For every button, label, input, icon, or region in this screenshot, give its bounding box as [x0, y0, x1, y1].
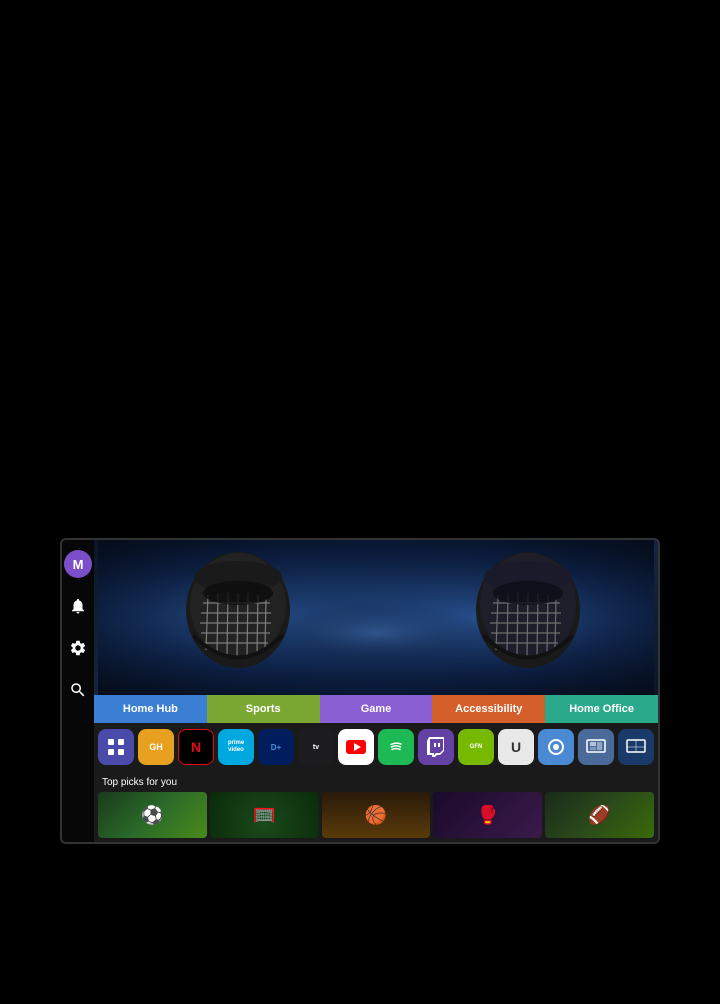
pick-thumb-5[interactable]: 🏈 [545, 792, 654, 838]
app-gh[interactable]: GH [138, 729, 174, 765]
cat-home-hub[interactable]: Home Hub [94, 695, 207, 723]
search-icon[interactable] [64, 676, 92, 704]
pick-thumb-2[interactable]: 🥅 [210, 792, 319, 838]
profile-icon[interactable]: M [64, 550, 92, 578]
apps-row: GH N primevideo D+ tv [94, 723, 658, 771]
app-prime-video[interactable]: primevideo [218, 729, 254, 765]
app-disney-plus[interactable]: D+ [258, 729, 294, 765]
settings-icon[interactable] [64, 634, 92, 662]
tv-screen: M [60, 538, 660, 844]
app-geforce-now[interactable]: GFN [458, 729, 494, 765]
app-spotify[interactable] [378, 729, 414, 765]
app-circle[interactable] [538, 729, 574, 765]
app-netflix[interactable]: N [178, 729, 214, 765]
notifications-icon[interactable] [64, 592, 92, 620]
hero-banner [94, 540, 658, 695]
tv-content: M [62, 540, 658, 842]
app-u[interactable]: U [498, 729, 534, 765]
main-content: Home Hub Sports Game Accessibility Home … [94, 540, 658, 842]
app-youtube[interactable] [338, 729, 374, 765]
top-picks-section: Top picks for you ⚽ 🥅 🏀 🥊 🏈 [94, 771, 658, 842]
app-screen-share[interactable] [578, 729, 614, 765]
pick-thumb-1[interactable]: ⚽ [98, 792, 207, 838]
picks-row: ⚽ 🥅 🏀 🥊 🏈 [98, 792, 654, 838]
cat-home-office[interactable]: Home Office [545, 695, 658, 723]
pick-thumb-4[interactable]: 🥊 [433, 792, 542, 838]
cat-sports[interactable]: Sports [207, 695, 320, 723]
sidebar: M [62, 540, 94, 842]
app-twitch[interactable] [418, 729, 454, 765]
cat-accessibility[interactable]: Accessibility [432, 695, 545, 723]
top-picks-label: Top picks for you [98, 775, 654, 792]
app-apps[interactable] [98, 729, 134, 765]
category-bar: Home Hub Sports Game Accessibility Home … [94, 695, 658, 723]
app-screen-mirror[interactable] [618, 729, 654, 765]
cat-game[interactable]: Game [320, 695, 433, 723]
pick-thumb-3[interactable]: 🏀 [322, 792, 431, 838]
app-apple-tv[interactable]: tv [298, 729, 334, 765]
